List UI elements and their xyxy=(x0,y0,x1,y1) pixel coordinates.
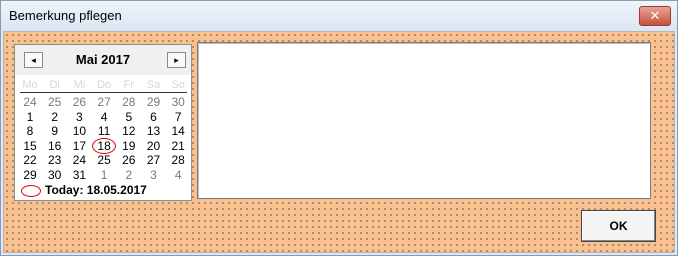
weekday-header: Mo Di Mi Do Fr Sa So xyxy=(18,79,190,93)
calendar-day[interactable]: 2 xyxy=(117,168,141,183)
calendar-day[interactable]: 6 xyxy=(142,110,166,125)
today-marker-icon xyxy=(21,185,41,197)
calendar-day[interactable]: 14 xyxy=(166,124,190,139)
dialog-body: ◂ Mai 2017 ▸ Mo Di Mi Do Fr Sa So 24 25 26 27 28 29… xyxy=(3,31,675,253)
calendar-day[interactable]: 25 xyxy=(43,95,67,110)
calendar-day[interactable]: 21 xyxy=(166,139,190,154)
calendar-day[interactable]: 29 xyxy=(18,168,42,183)
calendar-header: ◂ Mai 2017 ▸ xyxy=(15,45,191,75)
next-month-button[interactable]: ▸ xyxy=(167,52,186,68)
weekday-label: Sa xyxy=(146,79,161,91)
calendar-day[interactable]: 28 xyxy=(166,153,190,168)
calendar-day[interactable]: 15 xyxy=(18,139,42,154)
calendar-day[interactable]: 4 xyxy=(92,110,116,125)
calendar-day[interactable]: 24 xyxy=(18,95,42,110)
window-title: Bemerkung pflegen xyxy=(9,8,122,23)
ok-button[interactable]: OK xyxy=(581,210,656,242)
calendar-day[interactable]: 4 xyxy=(166,168,190,183)
chevron-right-icon: ▸ xyxy=(174,55,179,65)
previous-month-button[interactable]: ◂ xyxy=(24,52,43,68)
calendar-day[interactable]: 23 xyxy=(43,153,67,168)
close-button[interactable]: ✕ xyxy=(639,6,671,26)
calendar-day[interactable]: 19 xyxy=(117,139,141,154)
calendar-day[interactable]: 31 xyxy=(67,168,91,183)
calendar-day[interactable]: 10 xyxy=(67,124,91,139)
chevron-left-icon: ◂ xyxy=(31,55,36,65)
calendar-day[interactable]: 17 xyxy=(67,139,91,154)
weekday-label: Di xyxy=(49,79,60,91)
calendar-day[interactable]: 27 xyxy=(92,95,116,110)
today-label: Today: 18.05.2017 xyxy=(45,183,147,197)
title-bar[interactable]: Bemerkung pflegen ✕ xyxy=(1,1,677,31)
calendar-day[interactable]: 26 xyxy=(117,153,141,168)
calendar-day-today[interactable]: 18 xyxy=(92,137,117,154)
weekday-label: Mo xyxy=(22,79,38,91)
close-icon: ✕ xyxy=(649,8,661,23)
calendar-day[interactable]: 30 xyxy=(166,95,190,110)
calendar-day[interactable]: 2 xyxy=(43,110,67,125)
calendar-day[interactable]: 1 xyxy=(18,110,42,125)
calendar-day[interactable]: 28 xyxy=(117,95,141,110)
calendar-day[interactable]: 22 xyxy=(18,153,42,168)
calendar-days: 24 25 26 27 28 29 30 1 2 3 4 5 6 7 8 9 10 11 12 13 14 15 16 17 1… xyxy=(18,95,190,195)
calendar-day[interactable]: 1 xyxy=(92,168,116,183)
calendar-day[interactable]: 30 xyxy=(43,168,67,183)
weekday-label: Do xyxy=(97,79,112,91)
calendar-day[interactable]: 3 xyxy=(67,110,91,125)
calendar-day[interactable]: 11 xyxy=(92,124,116,139)
calendar-day[interactable]: 20 xyxy=(142,139,166,154)
calendar-day[interactable]: 9 xyxy=(43,124,67,139)
dialog-window: Bemerkung pflegen ✕ ◂ Mai 2017 ▸ Mo Di Mi D… xyxy=(0,0,678,256)
today-link[interactable]: Today: 18.05.2017 xyxy=(21,183,191,199)
calendar-day[interactable]: 27 xyxy=(142,153,166,168)
weekday-label: Fr xyxy=(123,79,134,91)
calendar-day[interactable]: 5 xyxy=(117,110,141,125)
weekday-divider xyxy=(20,92,187,93)
calendar-day[interactable]: 26 xyxy=(67,95,91,110)
calendar-day[interactable]: 7 xyxy=(166,110,190,125)
calendar: ◂ Mai 2017 ▸ Mo Di Mi Do Fr Sa So 24 25 26 27 28 29… xyxy=(14,44,192,201)
weekday-label: So xyxy=(171,79,185,91)
remark-textarea[interactable] xyxy=(197,42,651,199)
calendar-day[interactable]: 25 xyxy=(92,153,116,168)
weekday-label: Mi xyxy=(73,79,86,91)
calendar-day[interactable]: 12 xyxy=(117,124,141,139)
calendar-day[interactable]: 3 xyxy=(142,168,166,183)
calendar-day[interactable]: 13 xyxy=(142,124,166,139)
calendar-day[interactable]: 24 xyxy=(67,153,91,168)
calendar-day[interactable]: 16 xyxy=(43,139,67,154)
month-title: Mai 2017 xyxy=(75,52,131,67)
calendar-day[interactable]: 8 xyxy=(18,124,42,139)
calendar-day[interactable]: 29 xyxy=(142,95,166,110)
